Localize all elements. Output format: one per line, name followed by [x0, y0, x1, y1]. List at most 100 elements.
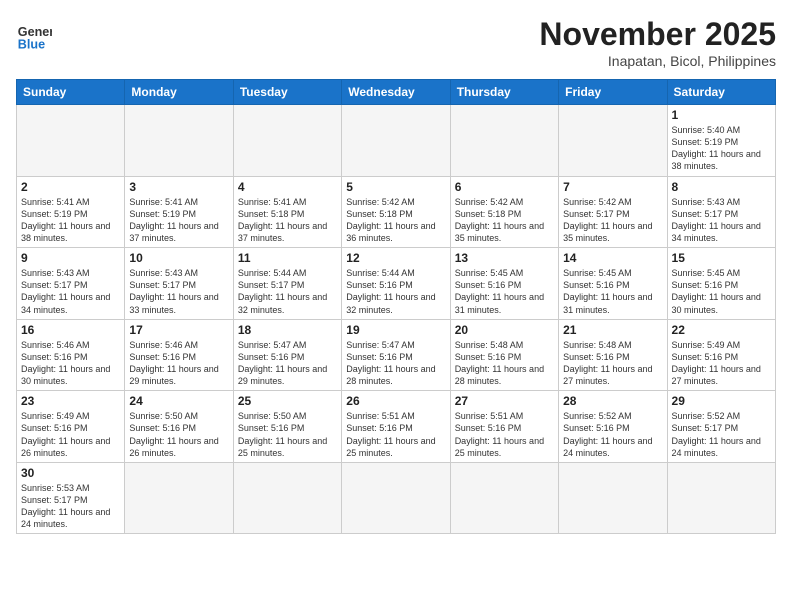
calendar-cell [233, 105, 341, 177]
calendar-cell: 30 Sunrise: 5:53 AM Sunset: 5:17 PM Dayli… [17, 462, 125, 534]
calendar-cell [342, 462, 450, 534]
day-number: 20 [455, 323, 554, 337]
day-number: 13 [455, 251, 554, 265]
calendar-cell: 23Sunrise: 5:49 AM Sunset: 5:16 PM Dayli… [17, 391, 125, 463]
day-info: Sunrise: 5:41 AM Sunset: 5:19 PM Dayligh… [129, 196, 228, 245]
day-info: Sunrise: 5:48 AM Sunset: 5:16 PM Dayligh… [455, 339, 554, 388]
calendar-cell: 14 Sunrise: 5:45 AM Sunset: 5:16 PM Dayli… [559, 248, 667, 320]
calendar-cell: 1Sunrise: 5:40 AM Sunset: 5:19 PM Daylig… [667, 105, 775, 177]
calendar-cell [233, 462, 341, 534]
day-number: 15 [672, 251, 771, 265]
calendar-cell [667, 462, 775, 534]
calendar-cell: 12Sunrise: 5:44 AM Sunset: 5:16 PM Dayli… [342, 248, 450, 320]
day-info: Sunrise: 5:51 AM Sunset: 5:16 PM Dayligh… [455, 410, 554, 459]
calendar-cell [559, 105, 667, 177]
day-info: Sunrise: 5:47 AM Sunset: 5:16 PM Dayligh… [238, 339, 337, 388]
day-number: 9 [21, 251, 120, 265]
calendar-cell: 11 Sunrise: 5:44 AM Sunset: 5:17 PM Dayli… [233, 248, 341, 320]
day-info: Sunrise: 5:43 AM Sunset: 5:17 PM Dayligh… [129, 267, 228, 316]
header-sunday: Sunday [17, 80, 125, 105]
day-number: 12 [346, 251, 445, 265]
calendar-row: 9 Sunrise: 5:43 AM Sunset: 5:17 PM Daylig… [17, 248, 776, 320]
day-info: Sunrise: 5:42 AM Sunset: 5:17 PM Dayligh… [563, 196, 662, 245]
calendar-row: 30 Sunrise: 5:53 AM Sunset: 5:17 PM Dayli… [17, 462, 776, 534]
day-info: Sunrise: 5:42 AM Sunset: 5:18 PM Dayligh… [346, 196, 445, 245]
day-number: 10 [129, 251, 228, 265]
day-info: Sunrise: 5:41 AM Sunset: 5:19 PM Dayligh… [21, 196, 120, 245]
day-info: Sunrise: 5:50 AM Sunset: 5:16 PM Dayligh… [129, 410, 228, 459]
day-number: 25 [238, 394, 337, 408]
day-number: 28 [563, 394, 662, 408]
calendar-cell [125, 105, 233, 177]
day-info: Sunrise: 5:51 AM Sunset: 5:16 PM Dayligh… [346, 410, 445, 459]
calendar-cell: 5Sunrise: 5:42 AM Sunset: 5:18 PM Daylig… [342, 176, 450, 248]
page-title: November 2025 [539, 16, 776, 53]
day-number: 4 [238, 180, 337, 194]
calendar-cell [450, 105, 558, 177]
day-info: Sunrise: 5:47 AM Sunset: 5:16 PM Dayligh… [346, 339, 445, 388]
day-number: 14 [563, 251, 662, 265]
day-number: 2 [21, 180, 120, 194]
day-number: 18 [238, 323, 337, 337]
header-tuesday: Tuesday [233, 80, 341, 105]
day-info: Sunrise: 5:48 AM Sunset: 5:16 PM Dayligh… [563, 339, 662, 388]
day-number: 23 [21, 394, 120, 408]
header-wednesday: Wednesday [342, 80, 450, 105]
calendar-cell: 2 Sunrise: 5:41 AM Sunset: 5:19 PM Daylig… [17, 176, 125, 248]
calendar-cell: 17Sunrise: 5:46 AM Sunset: 5:16 PM Dayli… [125, 319, 233, 391]
calendar-cell: 15 Sunrise: 5:45 AM Sunset: 5:16 PM Dayli… [667, 248, 775, 320]
calendar-cell: 18 Sunrise: 5:47 AM Sunset: 5:16 PM Dayli… [233, 319, 341, 391]
calendar-cell: 29Sunrise: 5:52 AM Sunset: 5:17 PM Dayli… [667, 391, 775, 463]
day-number: 3 [129, 180, 228, 194]
weekday-header-row: Sunday Monday Tuesday Wednesday Thursday… [17, 80, 776, 105]
calendar-cell [342, 105, 450, 177]
calendar-cell: 10 Sunrise: 5:43 AM Sunset: 5:17 PM Dayli… [125, 248, 233, 320]
title-block: November 2025 Inapatan, Bicol, Philippin… [539, 16, 776, 69]
calendar-table: Sunday Monday Tuesday Wednesday Thursday… [16, 79, 776, 534]
header-monday: Monday [125, 80, 233, 105]
page-header: General Blue November 2025 Inapatan, Bic… [16, 16, 776, 69]
day-number: 16 [21, 323, 120, 337]
day-info: Sunrise: 5:44 AM Sunset: 5:17 PM Dayligh… [238, 267, 337, 316]
calendar-cell: 16Sunrise: 5:46 AM Sunset: 5:16 PM Dayli… [17, 319, 125, 391]
day-number: 30 [21, 466, 120, 480]
day-number: 29 [672, 394, 771, 408]
day-info: Sunrise: 5:42 AM Sunset: 5:18 PM Dayligh… [455, 196, 554, 245]
calendar-cell: 21Sunrise: 5:48 AM Sunset: 5:16 PM Dayli… [559, 319, 667, 391]
calendar-cell: 8Sunrise: 5:43 AM Sunset: 5:17 PM Daylig… [667, 176, 775, 248]
day-number: 22 [672, 323, 771, 337]
calendar-cell: 3 Sunrise: 5:41 AM Sunset: 5:19 PM Daylig… [125, 176, 233, 248]
logo: General Blue [16, 16, 52, 52]
calendar-row: 1Sunrise: 5:40 AM Sunset: 5:19 PM Daylig… [17, 105, 776, 177]
calendar-cell: 6 Sunrise: 5:42 AM Sunset: 5:18 PM Daylig… [450, 176, 558, 248]
day-number: 17 [129, 323, 228, 337]
calendar-cell: 27 Sunrise: 5:51 AM Sunset: 5:16 PM Dayli… [450, 391, 558, 463]
day-info: Sunrise: 5:50 AM Sunset: 5:16 PM Dayligh… [238, 410, 337, 459]
day-info: Sunrise: 5:45 AM Sunset: 5:16 PM Dayligh… [672, 267, 771, 316]
day-number: 19 [346, 323, 445, 337]
day-info: Sunrise: 5:43 AM Sunset: 5:17 PM Dayligh… [21, 267, 120, 316]
page-subtitle: Inapatan, Bicol, Philippines [539, 53, 776, 69]
calendar-cell: 25 Sunrise: 5:50 AM Sunset: 5:16 PM Dayli… [233, 391, 341, 463]
calendar-row: 2 Sunrise: 5:41 AM Sunset: 5:19 PM Daylig… [17, 176, 776, 248]
day-info: Sunrise: 5:43 AM Sunset: 5:17 PM Dayligh… [672, 196, 771, 245]
day-info: Sunrise: 5:45 AM Sunset: 5:16 PM Dayligh… [563, 267, 662, 316]
day-number: 27 [455, 394, 554, 408]
svg-text:Blue: Blue [18, 37, 45, 51]
day-number: 11 [238, 251, 337, 265]
header-friday: Friday [559, 80, 667, 105]
calendar-cell: 26 Sunrise: 5:51 AM Sunset: 5:16 PM Dayli… [342, 391, 450, 463]
calendar-cell [125, 462, 233, 534]
calendar-cell [450, 462, 558, 534]
day-number: 7 [563, 180, 662, 194]
header-saturday: Saturday [667, 80, 775, 105]
day-info: Sunrise: 5:45 AM Sunset: 5:16 PM Dayligh… [455, 267, 554, 316]
calendar-cell: 28Sunrise: 5:52 AM Sunset: 5:16 PM Dayli… [559, 391, 667, 463]
calendar-cell: 24Sunrise: 5:50 AM Sunset: 5:16 PM Dayli… [125, 391, 233, 463]
day-info: Sunrise: 5:49 AM Sunset: 5:16 PM Dayligh… [672, 339, 771, 388]
calendar-cell [17, 105, 125, 177]
day-number: 26 [346, 394, 445, 408]
day-info: Sunrise: 5:53 AM Sunset: 5:17 PM Dayligh… [21, 482, 120, 531]
day-number: 6 [455, 180, 554, 194]
calendar-cell: 9 Sunrise: 5:43 AM Sunset: 5:17 PM Daylig… [17, 248, 125, 320]
